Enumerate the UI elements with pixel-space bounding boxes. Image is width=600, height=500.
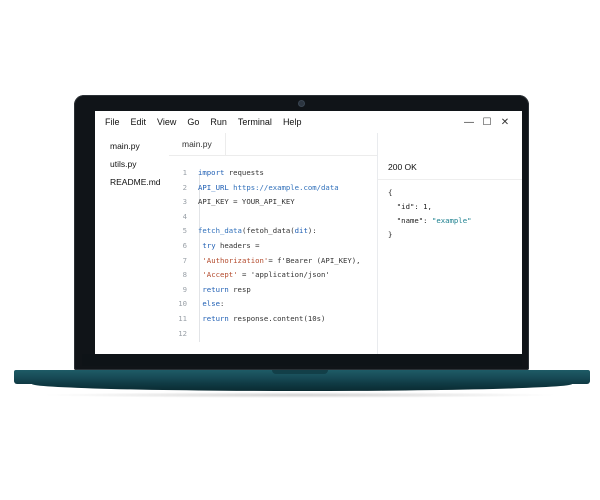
menu-file[interactable]: File [105,117,120,127]
line-number: 2 [182,182,187,192]
minimize-icon[interactable]: — [460,117,478,128]
code-token: : [219,299,225,309]
line-number: 10 [178,299,187,309]
file-utils-py[interactable]: utils.py [95,155,168,173]
code-token: (fetoh_data( [241,226,295,236]
laptop-shadow [40,392,560,398]
code-token: headers = [215,241,260,250]
code-editor[interactable]: 1 import requests 2 API_URL https://example… [169,156,377,354]
json-name-value: "example" [431,216,472,225]
code-line: 1 import requests [169,166,264,180]
maximize-icon[interactable]: ☐ [478,117,496,128]
file-readme-md[interactable]: README.md [95,173,168,191]
code-token: = 'application/json' [237,270,330,280]
json-name-key: "name": [388,216,432,225]
code-token: import [198,168,225,177]
file-main-py[interactable]: main.py [95,137,168,155]
response-status: 200 OK [388,162,417,172]
code-token: return [202,314,229,323]
code-text: API_URL https://example.com/data [198,183,339,192]
code-line: 7 'Authorization'= f'Bearer (API_KEY), [169,254,361,268]
laptop-bottom-bezel [82,354,522,366]
code-line: 12 [169,327,198,341]
code-line: 11 return response.content(10s) [169,312,325,326]
menu-bar: File Edit View Go Run Terminal Help — ☐ … [95,111,522,133]
laptop-screen: File Edit View Go Run Terminal Help — ☐ … [95,111,522,354]
window-controls: — ☐ ✕ [460,117,514,128]
menu-terminal[interactable]: Terminal [238,117,272,127]
code-text: return response.content(10s) [198,314,325,323]
line-number: 8 [182,270,187,280]
code-token: try [202,241,216,250]
code-line: 8 'Accept' = 'application/json' [169,268,330,282]
code-text: import requests [198,168,264,177]
code-text: fetch_data(fetoh_data(dit): [198,226,317,235]
code-line: 5 fetch_data(fetoh_data(dit): [169,224,317,238]
tab-main-py[interactable]: main.py [169,133,226,155]
response-panel: 200 OK { "id": 1, "name": "example" } [378,155,522,354]
menu-go[interactable]: Go [187,117,199,127]
line-number: 6 [182,241,187,250]
code-text: else: [198,299,224,308]
editor-tab-bar: main.py [169,133,522,156]
laptop-base-edge [32,384,572,391]
line-number: 5 [182,226,187,236]
code-line: 6 try headers = [169,239,260,253]
json-id-value: 1, [423,202,432,211]
code-token: API_KEY = YOUR_API_KEY [198,197,295,207]
json-close: } [388,230,393,239]
code-line: 3 API_KEY = YOUR_API_KEY [169,195,295,209]
code-line: 2 API_URL https://example.com/data [169,181,339,195]
code-line: 10 else: [169,297,224,311]
code-line: 9 return resp [169,283,251,297]
line-number: 3 [182,197,187,207]
menu-help[interactable]: Help [283,117,302,127]
status-separator [378,179,522,180]
code-text: 'Accept' = 'application/json' [198,270,330,280]
menu-run[interactable]: Run [210,117,227,127]
line-number: 11 [178,314,187,323]
menu-items: File Edit View Go Run Terminal Help [95,117,312,127]
code-token: API_URL [198,182,229,192]
code-text: try headers = [198,241,260,250]
json-id-key: "id": [388,202,424,211]
webcam [299,101,304,106]
line-number: 1 [182,168,187,177]
code-token: return [202,284,229,294]
json-open: { [388,188,393,197]
code-token: 'Authorization' [202,255,269,265]
line-number: 12 [178,328,187,338]
code-token: ): [307,226,317,236]
line-number: 9 [182,284,187,294]
code-token: resp [228,284,251,294]
menu-edit[interactable]: Edit [131,117,147,127]
close-icon[interactable]: ✕ [496,117,514,128]
laptop-hinge-notch [272,370,328,374]
line-number: 4 [182,211,187,221]
code-token: fetch_data [198,226,242,236]
code-token: dit [294,226,308,236]
response-body: { "id": 1, "name": "example" } [388,186,471,242]
code-token: = f'Bearer (API_KEY), [268,255,361,265]
code-token: 'Accept' [202,270,238,280]
file-explorer: main.py utils.py README.md [95,133,168,354]
line-number: 7 [182,255,187,265]
menu-view[interactable]: View [157,117,176,127]
code-token: response.content(10s) [228,314,326,323]
code-token: requests [224,168,264,177]
code-text: API_KEY = YOUR_API_KEY [198,197,295,206]
code-token: https://example.com/data [233,182,339,192]
code-text: 'Authorization'= f'Bearer (API_KEY), [198,255,361,265]
code-text: return resp [198,284,251,294]
code-token: else [202,299,220,309]
code-line: 4 [169,210,198,224]
